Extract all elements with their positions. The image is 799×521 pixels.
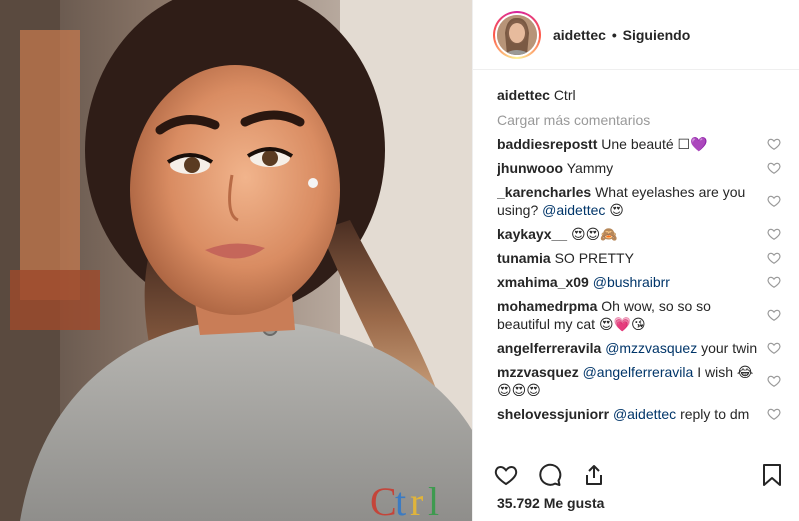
comment-username[interactable]: baddiesrepostt xyxy=(497,136,597,152)
instagram-post: C t r l aidettec • Siguiendo aidettec Ct… xyxy=(0,0,799,521)
comment-mention-link[interactable]: @angelferreravila xyxy=(583,364,694,380)
comment-row: jhunwooo Yammy xyxy=(497,159,787,177)
comment-row: xmahima_x09 @bushraibrr xyxy=(497,273,787,291)
comment-heart-icon[interactable] xyxy=(767,137,781,151)
comment-heart-icon[interactable] xyxy=(767,275,781,289)
comment-text: mzzvasquez @angelferreravila I wish 😂😍😍😍 xyxy=(497,363,759,399)
comment-username[interactable]: xmahima_x09 xyxy=(497,274,589,290)
action-bar xyxy=(493,460,785,490)
comment-mention-link[interactable]: @aidettec xyxy=(542,202,605,218)
comment-body-after: reply to dm xyxy=(676,406,750,422)
comment-body: Une beauté ☐💜 xyxy=(601,136,708,152)
comment-text: baddiesrepostt Une beauté ☐💜 xyxy=(497,135,759,153)
post-header: aidettec • Siguiendo xyxy=(473,0,799,70)
avatar-story-ring[interactable] xyxy=(493,10,541,59)
like-count[interactable]: 35.792 Me gusta xyxy=(497,495,604,511)
comment-text: jhunwooo Yammy xyxy=(497,159,759,177)
comment-heart-icon[interactable] xyxy=(767,161,781,175)
comment-row: angelferreravila @mzzvasquez your twin xyxy=(497,339,787,357)
caption-username[interactable]: aidettec xyxy=(497,87,550,103)
comment-row: _karencharles What eyelashes are you usi… xyxy=(497,183,787,219)
svg-text:C: C xyxy=(370,479,397,521)
comment-heart-icon[interactable] xyxy=(767,227,781,241)
comment-body-after: your twin xyxy=(697,340,758,356)
comment-username[interactable]: jhunwooo xyxy=(497,160,563,176)
comment-heart-icon[interactable] xyxy=(767,407,781,421)
comment-text: tunamia SO PRETTY xyxy=(497,249,759,267)
comment-heart-icon[interactable] xyxy=(767,374,781,388)
comment-icon[interactable] xyxy=(537,462,563,488)
svg-text:l: l xyxy=(428,479,439,521)
comment-mention-link[interactable]: @aidettec xyxy=(613,406,676,422)
header-separator: • xyxy=(611,26,617,43)
selfie-image: C t r l xyxy=(0,0,472,521)
post-photo[interactable]: C t r l xyxy=(0,0,472,521)
comment-text: mohamedrpma Oh wow, so so so beautiful m… xyxy=(497,297,759,333)
comment-text: kaykayx__ 😍😍🙈 xyxy=(497,225,759,243)
comment-row: baddiesrepostt Une beauté ☐💜 xyxy=(497,135,787,153)
comment-text: _karencharles What eyelashes are you usi… xyxy=(497,183,759,219)
svg-text:r: r xyxy=(410,479,423,521)
load-more-comments-link[interactable]: Cargar más comentarios xyxy=(497,109,787,131)
share-icon[interactable] xyxy=(581,462,607,488)
comment-container: baddiesrepostt Une beauté ☐💜 jhunwooo Yam… xyxy=(497,135,787,423)
comment-body: SO PRETTY xyxy=(554,250,634,266)
comment-text: xmahima_x09 @bushraibrr xyxy=(497,273,759,291)
comment-row: tunamia SO PRETTY xyxy=(497,249,787,267)
avatar xyxy=(497,14,537,55)
avatar-image xyxy=(497,14,537,55)
header-username[interactable]: aidettec xyxy=(553,27,606,43)
comment-row: shelovessjuniorr @aidettec reply to dm xyxy=(497,405,787,423)
header-text: aidettec • Siguiendo xyxy=(553,27,690,43)
comment-username[interactable]: _karencharles xyxy=(497,184,591,200)
svg-text:t: t xyxy=(395,479,406,521)
comment-row: mohamedrpma Oh wow, so so so beautiful m… xyxy=(497,297,787,333)
comment-mention-link[interactable]: @bushraibrr xyxy=(593,274,670,290)
comment-username[interactable]: angelferreravila xyxy=(497,340,601,356)
comment-mention-link[interactable]: @mzzvasquez xyxy=(605,340,697,356)
comment-heart-icon[interactable] xyxy=(767,308,781,322)
comment-username[interactable]: tunamia xyxy=(497,250,551,266)
comment-body-after: 😍 xyxy=(605,202,624,218)
comment-body: 😍😍🙈 xyxy=(570,226,618,242)
comment-row: kaykayx__ 😍😍🙈 xyxy=(497,225,787,243)
caption-text: Ctrl xyxy=(553,87,576,103)
comment-username[interactable]: shelovessjuniorr xyxy=(497,406,609,422)
comments-list[interactable]: aidettec Ctrl Cargar más comentarios bad… xyxy=(497,84,787,450)
caption: aidettec Ctrl xyxy=(497,84,787,106)
bookmark-icon[interactable] xyxy=(759,462,785,488)
comment-text: shelovessjuniorr @aidettec reply to dm xyxy=(497,405,759,423)
comment-username[interactable]: kaykayx__ xyxy=(497,226,567,242)
comment-row: mzzvasquez @angelferreravila I wish 😂😍😍😍 xyxy=(497,363,787,399)
comment-heart-icon[interactable] xyxy=(767,341,781,355)
comment-username[interactable]: mzzvasquez xyxy=(497,364,579,380)
comment-username[interactable]: mohamedrpma xyxy=(497,298,597,314)
post-details-panel: aidettec • Siguiendo aidettec Ctrl Carga… xyxy=(472,0,799,521)
comment-heart-icon[interactable] xyxy=(767,251,781,265)
comment-text: angelferreravila @mzzvasquez your twin xyxy=(497,339,759,357)
follow-status[interactable]: Siguiendo xyxy=(623,27,691,43)
comment-heart-icon[interactable] xyxy=(767,194,781,208)
heart-icon[interactable] xyxy=(493,462,519,488)
comment-body: Yammy xyxy=(566,160,614,176)
